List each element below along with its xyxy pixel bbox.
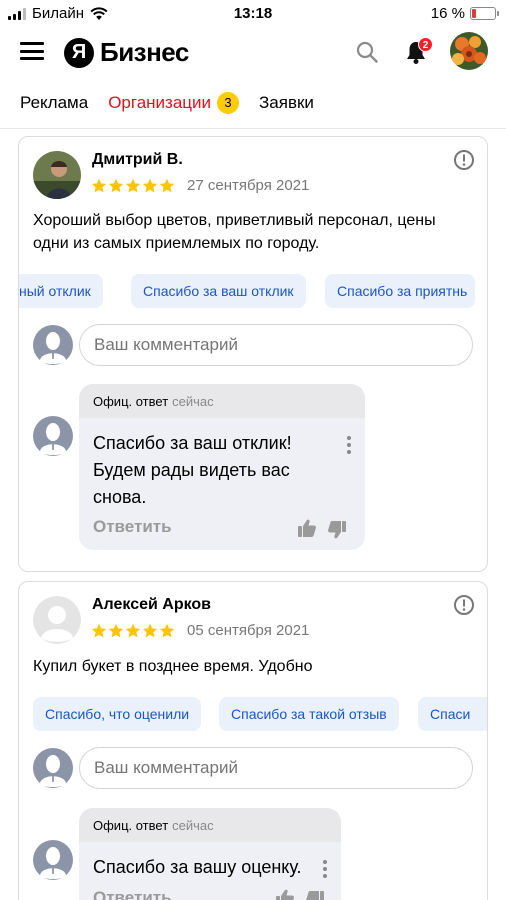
star-icon xyxy=(142,623,158,638)
official-reply-text: Спасибо за вашу оценку. xyxy=(93,857,302,877)
review-card: Дмитрий В. 27 сентября 2021 Хороший выбо… xyxy=(18,136,488,572)
dislike-icon[interactable] xyxy=(327,520,347,540)
more-options-icon[interactable] xyxy=(347,436,351,457)
dislike-icon[interactable] xyxy=(305,890,325,900)
review-text: Хороший выбор цветов, приветливый персон… xyxy=(33,212,436,252)
user-avatar-placeholder xyxy=(33,325,73,365)
business-avatar-placeholder xyxy=(33,416,73,456)
star-icon xyxy=(108,623,124,638)
quick-reply-chip[interactable]: Спасибо, что оценили xyxy=(33,697,202,731)
quick-reply-chip[interactable]: Спасибо за ваш отклик xyxy=(131,274,306,308)
official-reply: Спасибо за вашу оценку. Ответить xyxy=(79,842,341,900)
like-icon[interactable] xyxy=(297,518,317,538)
tab-requests-label: Заявки xyxy=(259,93,314,112)
official-reply-label: Офиц. ответ xyxy=(93,394,169,409)
rating-stars xyxy=(91,623,175,639)
tab-ads-label: Реклама xyxy=(20,93,89,112)
star-icon xyxy=(159,178,175,193)
star-icon xyxy=(108,178,124,193)
reply-button[interactable]: Ответить xyxy=(93,888,172,900)
logo-mark: Я xyxy=(64,37,94,68)
divider xyxy=(0,128,506,129)
tab-ads[interactable]: Реклама xyxy=(20,93,88,113)
review-date: 27 сентября 2021 xyxy=(187,177,310,194)
tab-organizations-label: Организации xyxy=(108,93,212,112)
user-avatar-placeholder xyxy=(33,748,73,788)
official-reply-label: Офиц. ответ xyxy=(93,818,169,833)
review-text: Купил букет в позднее время. Удобно xyxy=(33,658,313,675)
comment-input[interactable] xyxy=(79,324,473,366)
reply-button[interactable]: Ответить xyxy=(93,517,172,537)
battery-info: 16 % xyxy=(430,5,499,22)
logo-text: Бизнес xyxy=(100,37,189,67)
notifications-badge: 2 xyxy=(418,37,433,52)
tab-organizations[interactable]: Организации 3 xyxy=(108,92,240,114)
quick-replies: ный отклик Спасибо за ваш отклик Спасибо… xyxy=(19,274,487,310)
status-bar: Билайн 13:18 16 % xyxy=(0,0,506,26)
app-header: Я Бизнес 2 xyxy=(0,26,506,80)
battery-percent: 16 % xyxy=(430,5,465,22)
star-icon xyxy=(142,178,158,193)
review-author: Дмитрий В. xyxy=(92,151,183,168)
quick-reply-chip[interactable]: Спасибо за приятнь xyxy=(325,274,475,308)
comment-input[interactable] xyxy=(79,747,473,789)
menu-icon[interactable] xyxy=(20,42,44,60)
like-icon[interactable] xyxy=(275,888,295,900)
tab-requests[interactable]: Заявки xyxy=(259,93,314,113)
review-date: 05 сентября 2021 xyxy=(187,622,310,639)
notifications-button[interactable]: 2 xyxy=(402,37,433,66)
star-icon xyxy=(125,178,141,193)
quick-replies: Спасибо, что оценили Спасибо за такой от… xyxy=(19,697,487,733)
official-reply-header: Офиц. ответ сейчас xyxy=(79,808,341,844)
reviewer-avatar xyxy=(33,596,81,644)
official-reply-text: Спасибо за ваш отклик! Будем рады видеть… xyxy=(93,433,292,507)
quick-reply-chip[interactable]: Спасибо за такой отзыв xyxy=(219,697,399,731)
info-icon[interactable] xyxy=(453,149,475,171)
quick-reply-chip[interactable]: Спаси xyxy=(418,697,487,731)
official-reply-header: Офиц. ответ сейчас xyxy=(79,384,365,420)
star-icon xyxy=(91,178,107,193)
official-reply: Спасибо за ваш отклик! Будем рады видеть… xyxy=(79,418,365,550)
tab-organizations-count: 3 xyxy=(217,92,240,114)
yandex-business-logo[interactable]: Я Бизнес xyxy=(64,37,189,68)
reviewer-avatar xyxy=(33,151,81,199)
quick-reply-chip[interactable]: ный отклик xyxy=(19,274,103,308)
star-icon xyxy=(125,623,141,638)
battery-level xyxy=(472,9,476,18)
official-reply-time: сейчас xyxy=(172,394,214,409)
battery-icon xyxy=(470,7,499,20)
tabs: Реклама Организации 3 Заявки xyxy=(20,92,334,114)
rating-stars xyxy=(91,178,175,194)
search-icon[interactable] xyxy=(355,40,379,64)
star-icon xyxy=(159,623,175,638)
info-icon[interactable] xyxy=(453,594,475,616)
review-card: Алексей Арков 05 сентября 2021 Купил бук… xyxy=(18,581,488,900)
official-reply-time: сейчас xyxy=(172,818,214,833)
review-author: Алексей Арков xyxy=(92,596,212,613)
more-options-icon[interactable] xyxy=(323,860,327,881)
user-avatar[interactable] xyxy=(450,32,488,70)
business-avatar-placeholder xyxy=(33,840,73,880)
star-icon xyxy=(91,623,107,638)
